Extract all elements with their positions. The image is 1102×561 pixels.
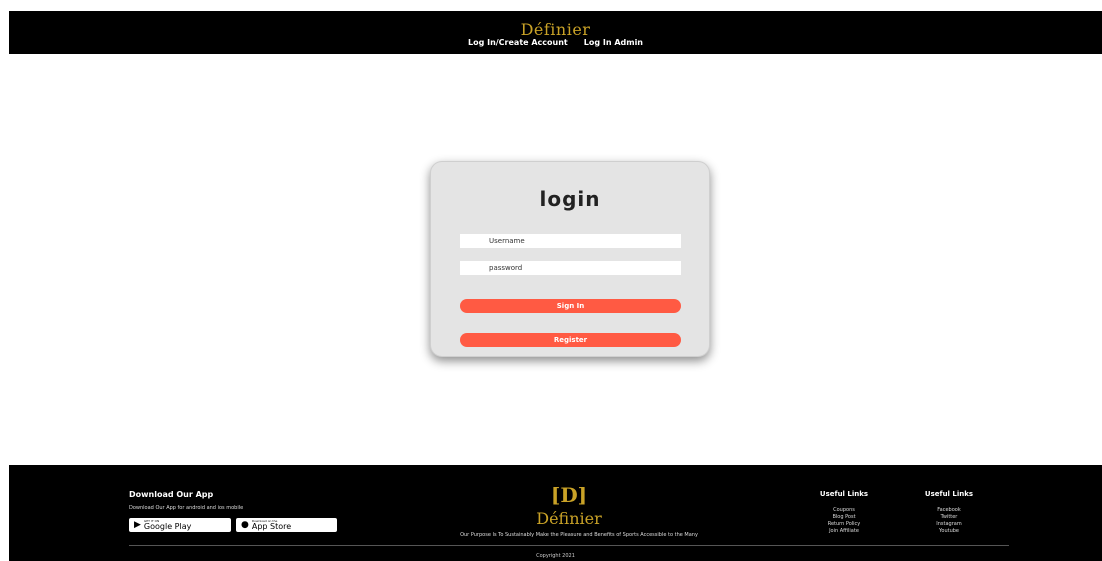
footer-logo-name: Définier xyxy=(536,509,602,528)
password-input[interactable] xyxy=(460,261,681,275)
useful-links-title: Useful Links xyxy=(819,490,869,498)
page: Définier Log In/Create Account Log In Ad… xyxy=(0,0,1102,561)
useful-links-title: Useful Links xyxy=(924,490,974,498)
footer: Download Our App Download Our App for an… xyxy=(9,465,1102,561)
brand-title[interactable]: Définier xyxy=(9,20,1102,39)
nav-login-create-account-link[interactable]: Log In/Create Account xyxy=(468,38,568,47)
download-app-title: Download Our App xyxy=(129,490,214,499)
play-store-icon: ▶ xyxy=(134,519,141,530)
footer-tagline: Our Purpose Is To Sustainably Make the P… xyxy=(460,532,698,538)
return-policy-link[interactable]: Return Policy xyxy=(804,521,884,528)
coupons-link[interactable]: Coupons xyxy=(804,507,884,514)
join-affiliate-link[interactable]: Join Affiliate xyxy=(804,528,884,535)
copyright-text: Copyright 2021 xyxy=(536,553,575,559)
login-title: login xyxy=(539,187,601,211)
google-play-button[interactable]: ▶ GET IT ON Google Play xyxy=(129,518,231,532)
useful-links-column-1: Useful Links Coupons Blog Post Return Po… xyxy=(804,490,884,535)
footer-divider xyxy=(129,545,1009,546)
username-input[interactable] xyxy=(460,234,681,248)
twitter-link[interactable]: Twitter xyxy=(909,514,989,521)
app-store-label: App Store xyxy=(251,521,292,531)
app-store-button[interactable]: ● Download on the App Store xyxy=(236,518,337,532)
facebook-link[interactable]: Facebook xyxy=(909,507,989,514)
download-app-subtitle: Download Our App for android and ios mob… xyxy=(129,505,244,511)
youtube-link[interactable]: Youtube xyxy=(909,528,989,535)
footer-logo-mark: [D] xyxy=(550,483,588,507)
nav-links: Log In/Create Account Log In Admin xyxy=(9,38,1102,47)
register-button[interactable]: Register xyxy=(460,333,681,347)
apple-icon: ● xyxy=(241,519,249,530)
useful-links-column-2: Useful Links Facebook Twitter Instagram … xyxy=(909,490,989,535)
sign-in-button[interactable]: Sign In xyxy=(460,299,681,313)
google-play-label: Google Play xyxy=(143,521,192,531)
nav-login-admin-link[interactable]: Log In Admin xyxy=(584,38,643,47)
login-card: login Sign In Register xyxy=(430,161,710,357)
top-navbar: Définier Log In/Create Account Log In Ad… xyxy=(9,11,1102,54)
instagram-link[interactable]: Instagram xyxy=(909,521,989,528)
blog-post-link[interactable]: Blog Post xyxy=(804,514,884,521)
